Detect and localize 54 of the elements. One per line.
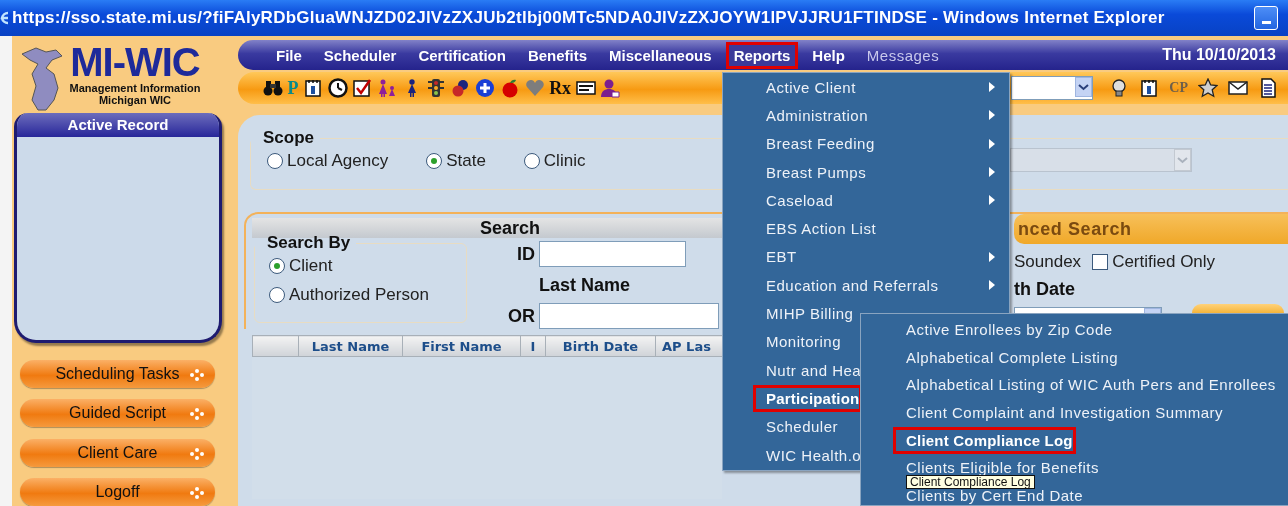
menu-item[interactable]: File xyxy=(268,41,310,69)
nav-button[interactable]: Scheduling Tasks xyxy=(20,359,215,388)
menu-item[interactable]: EBT xyxy=(753,243,800,271)
menu-item[interactable]: Active Client xyxy=(753,73,859,101)
menu-item[interactable]: MIHP Billing xyxy=(753,300,857,327)
menu-item[interactable]: Monitoring xyxy=(753,328,845,356)
radio-option[interactable]: Clinic xyxy=(523,151,586,171)
radio-option[interactable]: State xyxy=(426,151,486,171)
menu-item[interactable]: Scheduler xyxy=(315,41,405,69)
section-header: nced Search xyxy=(1014,214,1288,244)
menu-item[interactable]: Reports xyxy=(725,41,799,69)
field-label: ID xyxy=(516,243,535,265)
column-header[interactable]: First Name xyxy=(402,335,521,357)
field-label: th Date xyxy=(1014,279,1076,300)
nav-button[interactable]: Client Care xyxy=(20,438,215,467)
menu-item[interactable]: Breast Pumps xyxy=(753,158,870,186)
field-label: Last Name xyxy=(539,274,632,297)
toolbar-glyph[interactable]: Rx xyxy=(549,78,572,98)
column-header[interactable]: I xyxy=(520,335,546,357)
column-header[interactable]: AP Las xyxy=(655,335,722,357)
logo-subtitle: Management Information xyxy=(69,82,201,94)
menu-item[interactable]: Education and Referrals xyxy=(753,271,942,299)
menu-item[interactable]: Help xyxy=(804,41,853,69)
menu-item[interactable]: WIC Health.o xyxy=(753,441,865,469)
menu-item[interactable]: Alphabetical Listing of WIC Auth Pers and Enrollees xyxy=(893,371,1279,399)
nav-button[interactable]: Guided Script xyxy=(20,399,215,427)
field-label: OR xyxy=(507,305,535,327)
logo-title: MI-WIC xyxy=(70,42,200,82)
menu-item[interactable]: Breast Feeding xyxy=(753,130,878,158)
nav-button[interactable]: Logoff xyxy=(20,478,215,506)
window-title: https://sso.state.mi.us/?fiFAlyRDbGluaWNJZD02JlVzZXJUb2tlbj00MTc5NDA0JlVzZXJOYW1lPVJJRU1FTINDSE - Windows Internet Explorer xyxy=(12,8,1166,28)
checkbox-label: Soundex xyxy=(1014,252,1082,272)
menu-item[interactable]: Active Enrollees by Zip Code xyxy=(893,316,1116,344)
date-label: Thu 10/10/2013 xyxy=(1162,46,1276,64)
tooltip-text: Client Compliance Log xyxy=(910,475,1031,489)
column-header[interactable]: Last Name xyxy=(298,335,403,357)
checkbox-label: Certified Only xyxy=(1112,252,1216,272)
menu-item[interactable]: Benefits xyxy=(519,41,596,69)
group-legend: Scope xyxy=(251,128,321,148)
radio-option[interactable]: Local Agency xyxy=(267,151,389,171)
column-header[interactable]: Birth Date xyxy=(545,335,656,357)
menu-item[interactable]: Nutr and Hea xyxy=(753,356,865,384)
menu-item[interactable]: Certification xyxy=(410,41,514,69)
menu-item[interactable]: Administration xyxy=(753,101,872,129)
menu-item[interactable]: Caseload xyxy=(753,186,837,214)
panel-title: Active Record xyxy=(17,113,219,138)
menu-item[interactable]: Client Complaint and Investigation Summary xyxy=(893,399,1226,427)
menu-item[interactable]: Scheduler xyxy=(753,413,842,441)
menu-item[interactable]: Alphabetical Complete Listing xyxy=(893,343,1122,371)
radio-option[interactable]: Client xyxy=(269,256,466,276)
menu-item[interactable]: Client Compliance Log xyxy=(893,426,1076,454)
logo-subtitle: Michigan WIC xyxy=(98,94,172,106)
menu-item[interactable]: Miscellaneous xyxy=(601,41,720,69)
radio-option[interactable]: Authorized Person xyxy=(269,285,466,305)
